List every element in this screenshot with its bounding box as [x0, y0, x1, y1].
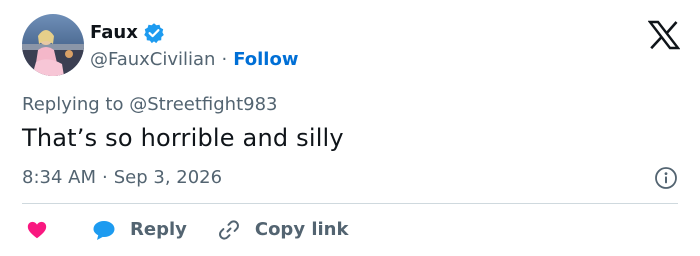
- tweet-time[interactable]: 8:34 AM: [22, 166, 96, 190]
- handle-row: @FauxCivilian · Follow: [90, 48, 298, 72]
- copy-link-button[interactable]: Copy link: [217, 218, 349, 242]
- divider: [22, 203, 678, 204]
- reply-label: Reply: [130, 219, 187, 240]
- tweet-text: That’s so horrible and silly: [22, 124, 344, 152]
- x-logo-icon[interactable]: [647, 20, 681, 50]
- display-name-row: Faux: [90, 20, 165, 46]
- follow-button[interactable]: Follow: [233, 48, 298, 72]
- reply-button[interactable]: Reply: [92, 218, 187, 242]
- separator-dot: ·: [102, 167, 108, 188]
- verified-badge-icon: [143, 22, 165, 44]
- tweet-date[interactable]: Sep 3, 2026: [114, 166, 222, 190]
- heart-icon[interactable]: [26, 219, 48, 241]
- reply-bubble-icon: [92, 219, 116, 241]
- copy-link-label: Copy link: [254, 219, 349, 240]
- replying-to: Replying to @Streetfight983: [22, 94, 278, 115]
- tweet-card: Faux @FauxCivilian · Follow Replying to …: [0, 0, 700, 256]
- action-bar: Reply Copy link: [26, 216, 348, 244]
- avatar[interactable]: [22, 14, 84, 76]
- info-icon[interactable]: [654, 166, 678, 190]
- timestamp-row[interactable]: 8:34 AM · Sep 3, 2026: [22, 166, 222, 190]
- link-icon: [217, 218, 241, 242]
- separator-dot: ·: [221, 49, 228, 70]
- handle[interactable]: @FauxCivilian: [90, 48, 215, 72]
- display-name[interactable]: Faux: [90, 20, 138, 46]
